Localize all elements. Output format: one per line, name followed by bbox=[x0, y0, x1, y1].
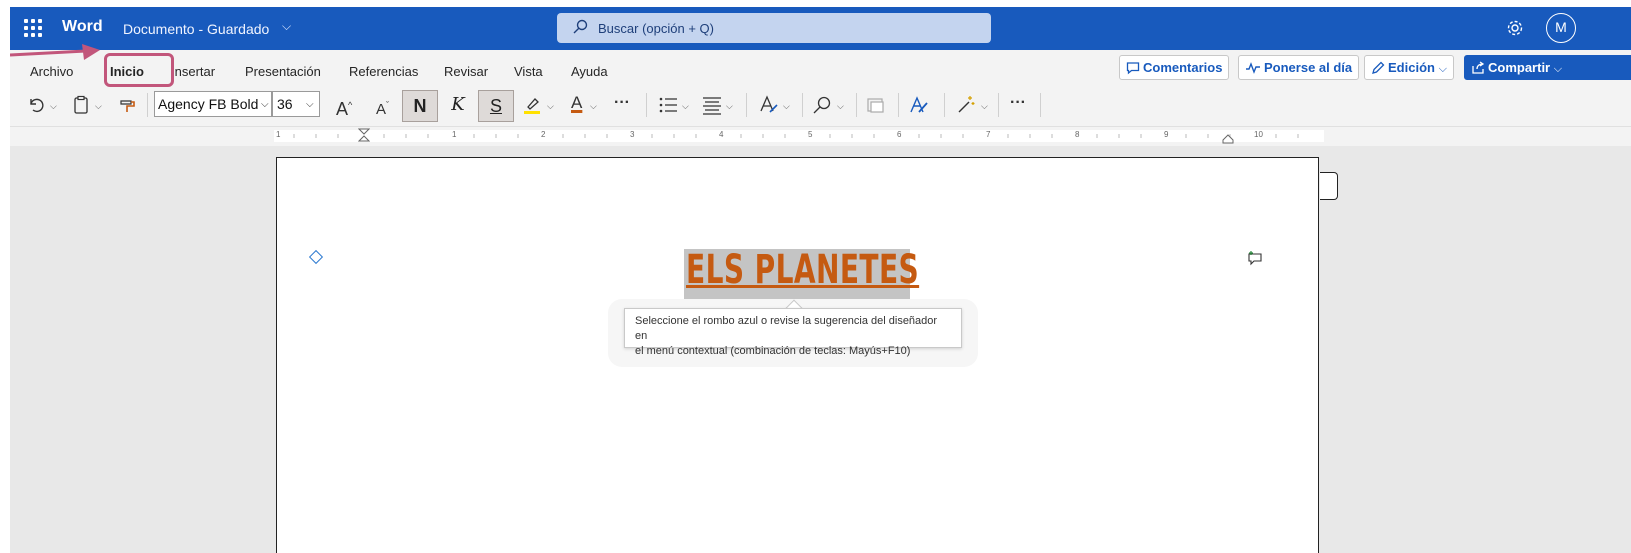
gear-icon[interactable] bbox=[1506, 19, 1524, 37]
chevron-down-icon[interactable]: ⌵ bbox=[306, 99, 314, 110]
search-input[interactable]: Buscar (opción + Q) bbox=[557, 13, 991, 43]
separator bbox=[898, 93, 899, 117]
separator bbox=[1040, 93, 1041, 117]
chevron-down-icon: ⌵ bbox=[50, 101, 57, 111]
styles-icon bbox=[760, 95, 778, 113]
find-button[interactable]: ⌵ bbox=[812, 90, 848, 120]
bullets-button[interactable]: ⌵ bbox=[658, 90, 692, 120]
share-label: Compartir bbox=[1488, 60, 1551, 75]
annotation-highlight-box bbox=[104, 53, 174, 87]
editing-label: Edición bbox=[1388, 60, 1435, 75]
share-icon bbox=[1472, 61, 1485, 74]
chevron-down-icon: ⌵ bbox=[1438, 63, 1447, 75]
font-color-label: A bbox=[571, 93, 583, 112]
editor-button[interactable] bbox=[908, 90, 932, 120]
chevron-down-icon[interactable]: ⌵ bbox=[261, 99, 269, 110]
designer-button[interactable]: ⌵ bbox=[956, 90, 992, 120]
designer-tooltip: Seleccione el rombo azul o revise la sug… bbox=[624, 308, 962, 357]
document-heading[interactable]: ELS PLANETES bbox=[686, 247, 919, 293]
highlighter-icon bbox=[524, 98, 540, 114]
undo-icon bbox=[30, 98, 44, 113]
separator bbox=[646, 93, 647, 117]
clipboard-icon bbox=[74, 95, 88, 114]
chevron-down-icon: ⌵ bbox=[547, 101, 554, 111]
separator bbox=[998, 93, 999, 117]
document-title[interactable]: Documento - Guardado bbox=[123, 21, 269, 37]
catch-up-label: Ponerse al día bbox=[1264, 60, 1353, 75]
ruler: 1 1 2 3 4 5 6 7 8 9 10 bbox=[10, 126, 1631, 146]
styles-button[interactable]: ⌵ bbox=[758, 90, 794, 120]
bold-button[interactable]: N bbox=[402, 90, 438, 122]
more-font-options-button[interactable]: ··· bbox=[614, 90, 636, 120]
align-icon bbox=[703, 97, 721, 115]
bulleted-list-icon bbox=[659, 97, 677, 113]
chevron-down-icon: ⌵ bbox=[1553, 63, 1563, 75]
tooltip-line: Seleccione el rombo azul o revise la sug… bbox=[635, 315, 938, 342]
underline-button[interactable]: S bbox=[478, 90, 514, 122]
tab-insertar[interactable]: Insertar bbox=[171, 64, 215, 79]
catch-up-button[interactable]: Ponerse al día bbox=[1238, 55, 1360, 80]
chevron-down-icon: ⌵ bbox=[981, 101, 988, 111]
undo-button[interactable]: ⌵ bbox=[26, 90, 60, 120]
reuse-files-button bbox=[866, 90, 888, 120]
more-options-button[interactable]: ··· bbox=[1010, 90, 1032, 120]
comments-button[interactable]: Comentarios bbox=[1119, 55, 1230, 80]
ruler-track[interactable]: 1 1 2 3 4 5 6 7 8 9 10 bbox=[274, 128, 1324, 144]
app-launcher-icon[interactable] bbox=[24, 19, 42, 37]
shrink-font-label: A bbox=[376, 101, 387, 118]
italic-button[interactable]: K bbox=[440, 90, 476, 122]
editor-icon bbox=[910, 96, 928, 113]
comment-icon bbox=[1126, 62, 1140, 75]
search-icon bbox=[573, 19, 588, 34]
magic-wand-icon bbox=[958, 96, 975, 113]
app-name[interactable]: Word bbox=[62, 18, 103, 36]
tooltip-line: el menú contextual (combinación de tecla… bbox=[635, 345, 911, 357]
tab-vista[interactable]: Vista bbox=[514, 64, 543, 79]
chevron-down-icon: ⌵ bbox=[837, 101, 844, 111]
right-indent-marker[interactable] bbox=[1222, 134, 1234, 144]
paste-button[interactable]: ⌵ bbox=[72, 90, 106, 120]
align-button[interactable]: ⌵ bbox=[702, 90, 736, 120]
highlight-color-button[interactable]: ⌵ bbox=[522, 90, 558, 120]
chevron-down-icon: ⌵ bbox=[95, 101, 102, 111]
separator bbox=[944, 93, 945, 117]
format-painter-button[interactable] bbox=[118, 90, 140, 120]
font-color-button[interactable]: A ⌵ bbox=[568, 90, 604, 120]
grow-font-label: A bbox=[336, 99, 349, 119]
page-edge-marker bbox=[1320, 172, 1338, 200]
format-painter-icon bbox=[120, 100, 135, 112]
reuse-files-icon bbox=[867, 98, 884, 113]
comments-label: Comentarios bbox=[1143, 60, 1223, 75]
chevron-down-icon: ⌵ bbox=[726, 101, 733, 111]
left-indent-marker[interactable] bbox=[358, 128, 370, 142]
font-name-select[interactable]: Agency FB Bold bbox=[154, 91, 272, 117]
activity-icon bbox=[1246, 62, 1260, 74]
ribbon: Archivo Inicio Insertar Presentación Ref… bbox=[10, 50, 1631, 126]
tab-revisar[interactable]: Revisar bbox=[444, 64, 488, 79]
pencil-icon bbox=[1372, 61, 1385, 74]
grow-font-button[interactable]: A^ bbox=[336, 90, 360, 120]
tab-ayuda[interactable]: Ayuda bbox=[571, 64, 608, 79]
chevron-down-icon: ⌵ bbox=[590, 101, 597, 111]
ruler-ticks bbox=[293, 134, 1299, 138]
chevron-down-icon: ⌵ bbox=[783, 101, 790, 111]
word-window: Word Documento - Guardado ⌵ Buscar (opci… bbox=[10, 7, 1631, 553]
chevron-down-icon[interactable]: ⌵ bbox=[282, 19, 291, 34]
shrink-font-button[interactable]: Aˇ bbox=[376, 90, 396, 120]
editing-mode-button[interactable]: Edición ⌵ bbox=[1364, 55, 1454, 80]
tab-referencias[interactable]: Referencias bbox=[349, 64, 418, 79]
avatar[interactable]: M bbox=[1546, 13, 1576, 43]
title-bar: Word Documento - Guardado ⌵ Buscar (opci… bbox=[10, 7, 1631, 50]
search-icon bbox=[813, 96, 831, 114]
separator bbox=[856, 93, 857, 117]
separator bbox=[147, 93, 148, 117]
annotation-arrow-icon bbox=[10, 44, 100, 60]
search-placeholder: Buscar (opción + Q) bbox=[598, 21, 714, 36]
new-comment-icon[interactable] bbox=[1247, 250, 1263, 266]
tab-presentacion[interactable]: Presentación bbox=[245, 64, 321, 79]
share-button[interactable]: Compartir ⌵ bbox=[1464, 55, 1631, 80]
chevron-down-icon: ⌵ bbox=[682, 101, 689, 111]
separator bbox=[746, 93, 747, 117]
separator bbox=[802, 93, 803, 117]
